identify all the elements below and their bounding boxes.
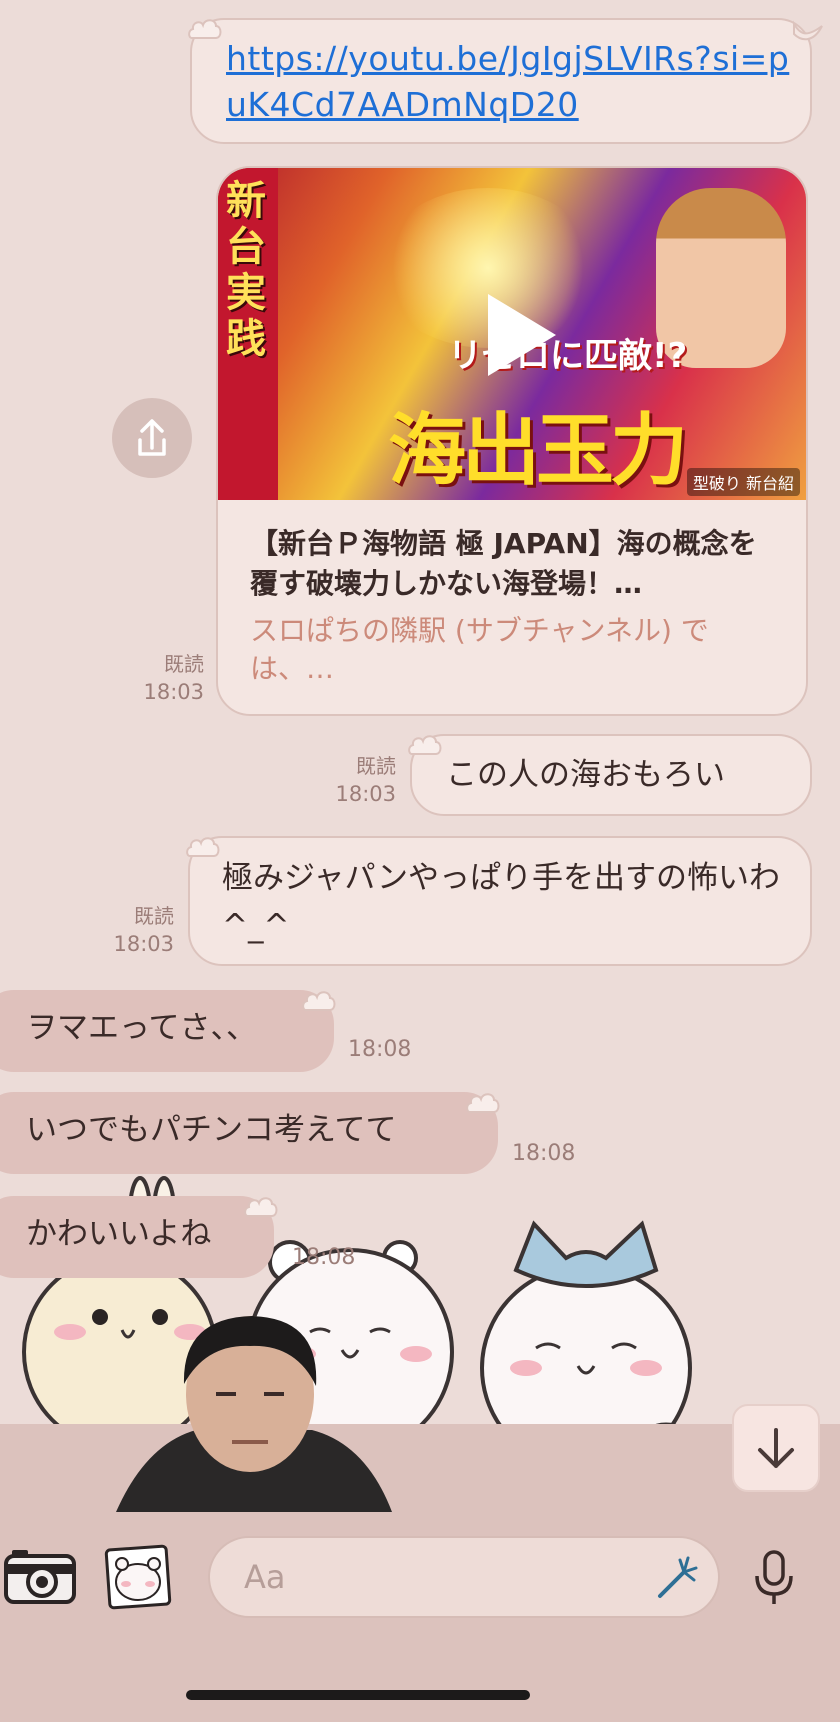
- preview-channel: スロぱちの隣駅 (サブチャンネル) では、…: [250, 614, 709, 685]
- message-time: 18:08: [348, 1037, 412, 1062]
- home-indicator[interactable]: [186, 1690, 530, 1700]
- message-time: 18:03: [143, 680, 204, 704]
- thumbnail-vertical-text: 新台実践: [226, 177, 266, 362]
- message-text: ヲマエってさ、、: [26, 1010, 257, 1046]
- youtube-link[interactable]: https://youtu.be/JgIgjSLVIRs?si=puK4Cd7A…: [226, 36, 810, 128]
- message-input[interactable]: Aa: [208, 1536, 720, 1618]
- person-photo-sticker: [116, 1316, 392, 1512]
- message-meta: 既読 18:03: [80, 902, 174, 958]
- message-text: 極みジャパンやっぱり手を出すの怖いわ^_^: [222, 860, 780, 944]
- bubble-tail-icon: [793, 20, 823, 41]
- thumbnail-tag: 型破り 新台紹: [686, 468, 800, 496]
- message-time: 18:03: [335, 782, 396, 806]
- read-receipt: 既読: [134, 904, 174, 928]
- message-text: かわいいよね: [26, 1216, 212, 1252]
- sticker-icon[interactable]: [104, 1542, 174, 1612]
- wand-icon[interactable]: [654, 1552, 704, 1602]
- scroll-to-bottom-button[interactable]: [732, 1404, 820, 1492]
- thumbnail-big-text: 海出玉力: [388, 405, 688, 496]
- arrow-down-icon: [758, 1428, 794, 1468]
- bubble-cloud-icon: [408, 735, 442, 755]
- bubble-cloud-icon: [188, 19, 222, 39]
- input-placeholder: Aa: [244, 1558, 286, 1596]
- message-text: この人の海おもろい: [446, 757, 725, 793]
- link-preview-card[interactable]: 新台実践 リゼロに匹敵!? 海出玉力 型破り 新台紹 【新台Ｐ海物語 極 JAP…: [216, 166, 808, 716]
- bubble-cloud-icon: [186, 837, 220, 857]
- message-time: 18:08: [512, 1141, 576, 1166]
- microphone-icon[interactable]: [752, 1548, 796, 1608]
- share-icon: [138, 419, 166, 456]
- link-message-bubble[interactable]: https://youtu.be/JgIgjSLVIRs?si=puK4Cd7A…: [190, 18, 812, 144]
- bubble-cloud-icon: [466, 1093, 500, 1113]
- preview-meta: 既読 18:03: [110, 650, 204, 706]
- camera-icon[interactable]: [4, 1546, 76, 1606]
- play-icon[interactable]: [480, 290, 560, 380]
- message-text: いつでもパチンコ考えてて: [26, 1112, 397, 1148]
- message-time: 18:08: [292, 1245, 356, 1270]
- message-bubble-out[interactable]: 極みジャパンやっぱり手を出すの怖いわ^_^: [188, 836, 812, 966]
- bubble-cloud-icon: [244, 1197, 278, 1217]
- preview-title[interactable]: 【新台Ｐ海物語 極 JAPAN】海の概念を覆す破壊力しかない海登場！…: [250, 524, 778, 604]
- share-button[interactable]: [112, 398, 192, 478]
- message-bubble-in[interactable]: かわいいよね: [0, 1196, 274, 1278]
- message-bubble-in[interactable]: ヲマエってさ、、: [0, 990, 334, 1072]
- bubble-cloud-icon: [302, 991, 336, 1011]
- message-bubble-in[interactable]: いつでもパチンコ考えてて: [0, 1092, 498, 1174]
- message-bubble-out[interactable]: この人の海おもろい: [410, 734, 812, 816]
- video-thumbnail[interactable]: 新台実践 リゼロに匹敵!? 海出玉力 型破り 新台紹: [218, 168, 806, 500]
- message-time: 18:03: [113, 932, 174, 956]
- read-receipt: 既読: [164, 652, 204, 676]
- read-receipt: 既読: [356, 754, 396, 778]
- message-meta: 既読 18:03: [300, 752, 396, 808]
